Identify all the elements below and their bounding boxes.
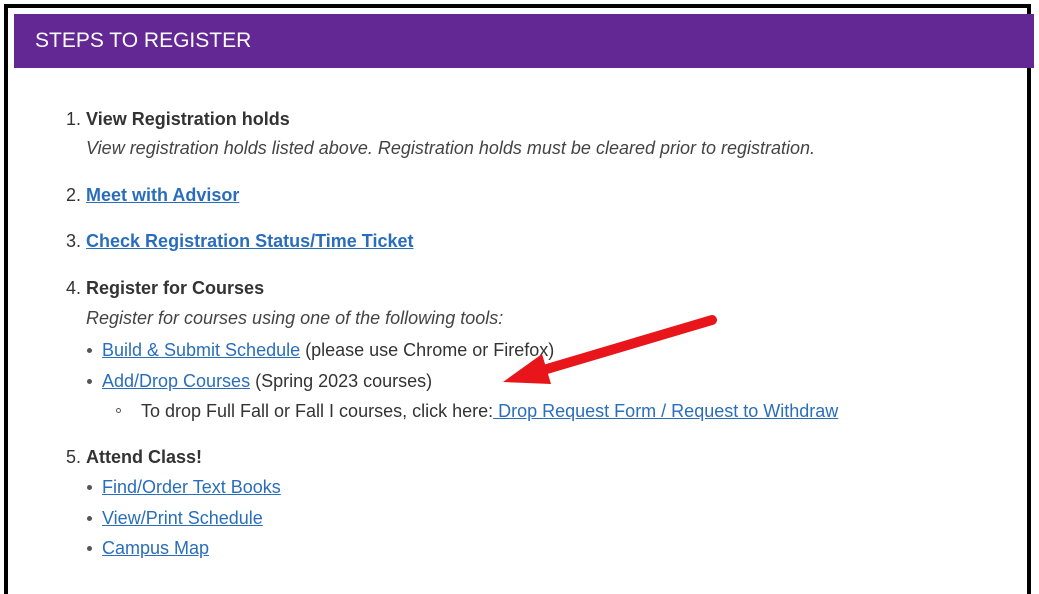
list-item: View/Print Schedule — [102, 507, 263, 529]
list-item: Campus Map — [102, 537, 209, 559]
bullet — [87, 485, 92, 490]
find-order-text-books-link[interactable]: Find/Order Text Books — [102, 477, 281, 497]
sub-list-item: To drop Full Fall or Fall I courses, cli… — [141, 400, 838, 422]
sub-list-item-text: To drop Full Fall or Fall I courses, cli… — [141, 401, 494, 421]
step-5: 5. Attend Class! — [66, 446, 202, 468]
list-item-note: (Spring 2023 courses) — [250, 371, 433, 391]
step-3: 3. Check Registration Status/Time Ticket — [66, 230, 413, 252]
step-title: Attend Class! — [86, 447, 203, 467]
step-number: 3. — [66, 231, 82, 251]
check-registration-status-link[interactable]: Check Registration Status/Time Ticket — [86, 231, 413, 251]
step-1: 1. View Registration holds — [66, 108, 290, 130]
step-1-description: View registration holds listed above. Re… — [86, 138, 816, 158]
step-number: 2. — [66, 185, 82, 205]
view-print-schedule-link[interactable]: View/Print Schedule — [102, 508, 263, 528]
list-item: Build & Submit Schedule (please use Chro… — [102, 339, 554, 361]
bullet — [87, 348, 92, 353]
bullet — [87, 379, 92, 384]
step-2: 2. Meet with Advisor — [66, 184, 239, 206]
drop-request-form-link[interactable]: Drop Request Form / Request to Withdraw — [493, 401, 838, 421]
bullet — [87, 516, 92, 521]
list-item-note: (please use Chrome or Firefox) — [300, 340, 555, 360]
build-submit-schedule-link[interactable]: Build & Submit Schedule — [102, 340, 300, 360]
list-item: Find/Order Text Books — [102, 476, 281, 498]
bullet — [87, 546, 92, 551]
list-item: Add/Drop Courses (Spring 2023 courses) — [102, 370, 432, 392]
meet-with-advisor-link[interactable]: Meet with Advisor — [86, 185, 239, 205]
step-4: 4. Register for Courses — [66, 277, 264, 299]
step-number: 4. — [66, 278, 82, 298]
step-4-description: Register for courses using one of the fo… — [86, 308, 504, 328]
step-number: 1. — [66, 109, 82, 129]
campus-map-link[interactable]: Campus Map — [102, 538, 209, 558]
sub-bullet — [116, 408, 121, 413]
step-number: 5. — [66, 447, 82, 467]
steps-list: 1. View Registration holds View registra… — [0, 0, 1039, 574]
add-drop-courses-link[interactable]: Add/Drop Courses — [102, 371, 250, 391]
step-title: Register for Courses — [86, 278, 265, 298]
step-title: View Registration holds — [86, 109, 290, 129]
